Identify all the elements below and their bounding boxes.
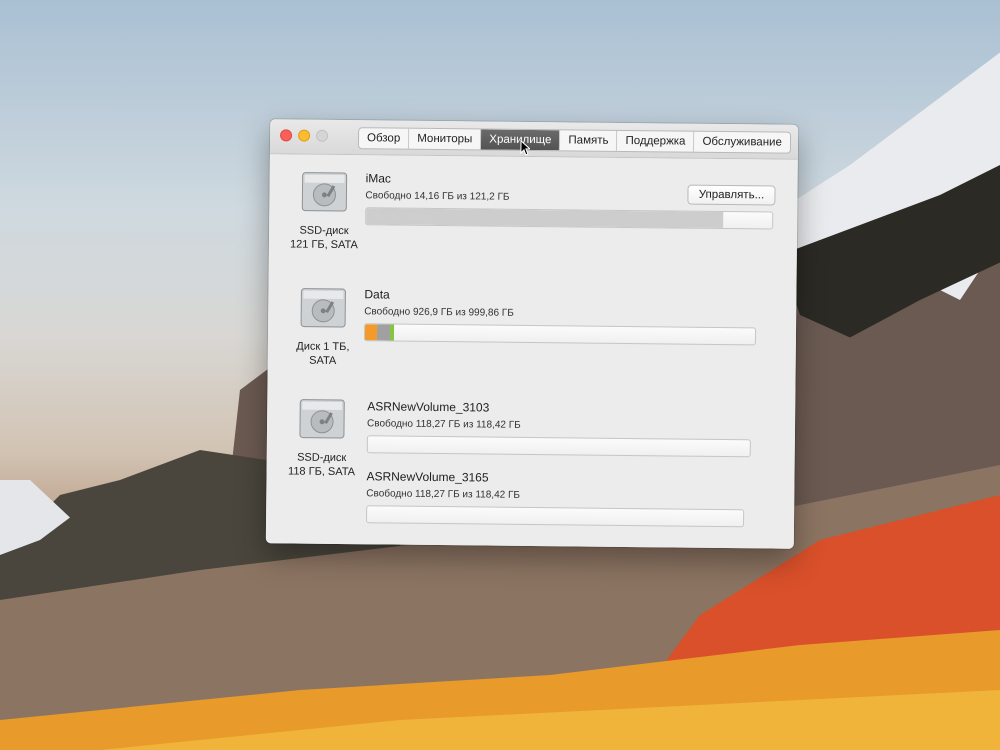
storage-bar-status: Вычисление... <box>372 210 439 223</box>
drive-ssd-118: SSD-диск 118 ГБ, SATA <box>266 397 377 479</box>
storage-pane: SSD-диск 121 ГБ, SATA iMac Свободно 14,1… <box>265 154 798 549</box>
tab-service[interactable]: Обслуживание <box>694 132 790 153</box>
storage-segment-other <box>376 324 391 341</box>
drive-ssd-121: SSD-диск 121 ГБ, SATA <box>269 170 380 252</box>
drive-capacity: SATA <box>309 354 337 367</box>
volume-name: Data <box>364 287 390 302</box>
hard-drive-icon <box>301 172 348 212</box>
minimize-button[interactable] <box>298 129 311 142</box>
drive-label: SSD-диск 121 ГБ, SATA <box>269 223 379 252</box>
tab-support[interactable]: Поддержка <box>617 130 695 152</box>
volume-name: ASRNewVolume_3165 <box>366 469 489 485</box>
volume-name: ASRNewVolume_3103 <box>367 399 490 415</box>
drive-type: SSD-диск <box>297 451 347 465</box>
drive-label: Диск 1 ТБ, SATA <box>268 339 378 368</box>
hard-drive-icon <box>300 288 346 328</box>
volume-free-space: Свободно 926,9 ГБ из 999,86 ГБ <box>364 306 514 319</box>
storage-bar: Вычисление... <box>365 207 774 230</box>
storage-segment-media <box>390 324 395 341</box>
tab-overview[interactable]: Обзор <box>358 128 410 149</box>
drive-capacity: 118 ГБ, SATA <box>287 465 356 479</box>
storage-bar <box>366 435 751 458</box>
storage-bar <box>366 505 745 528</box>
manage-button[interactable]: Управлять... <box>687 184 776 206</box>
drive-label: SSD-диск 118 ГБ, SATA <box>266 450 376 479</box>
about-this-mac-window: Обзор Мониторы Хранилище Память Поддержк… <box>265 119 799 549</box>
drive-hdd-1tb: Диск 1 ТБ, SATA <box>268 286 379 368</box>
volume-asr-3165: ASRNewVolume_3165 Свободно 118,27 ГБ из … <box>366 469 745 528</box>
mouse-pointer-icon <box>520 139 531 156</box>
zoom-button[interactable] <box>316 129 329 142</box>
storage-bar <box>363 323 757 346</box>
close-button[interactable] <box>280 129 293 142</box>
volume-free-space: Свободно 118,27 ГБ из 118,42 ГБ <box>366 418 521 431</box>
drive-capacity: 121 ГБ, SATA <box>289 238 358 252</box>
tab-bar: Обзор Мониторы Хранилище Память Поддержк… <box>357 127 792 154</box>
storage-segment-apps <box>364 324 377 341</box>
volume-free-space: Свободно 118,27 ГБ из 118,42 ГБ <box>366 488 521 501</box>
drive-type: Диск 1 ТБ, <box>296 340 350 354</box>
window-titlebar[interactable]: Обзор Мониторы Хранилище Память Поддержк… <box>269 119 799 160</box>
hard-drive-icon <box>299 399 345 439</box>
tab-memory[interactable]: Память <box>560 130 618 151</box>
tab-displays[interactable]: Мониторы <box>409 128 482 150</box>
drive-type: SSD-диск <box>299 224 349 238</box>
volume-data: Data Свободно 926,9 ГБ из 999,86 ГБ <box>363 287 757 346</box>
volume-asr-3103: ASRNewVolume_3103 Свободно 118,27 ГБ из … <box>366 399 752 458</box>
